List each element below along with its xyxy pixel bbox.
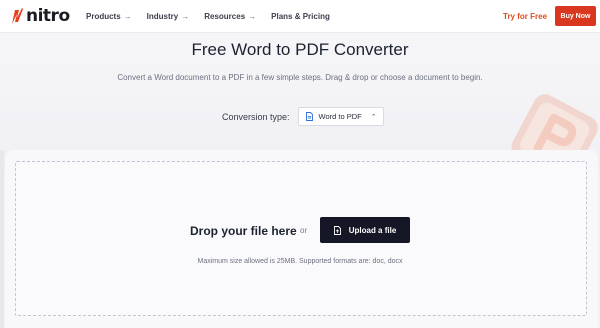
nitro-logo-mark-icon [12, 8, 23, 24]
arrow-right-icon: → [123, 12, 132, 21]
or-separator: or [300, 226, 308, 235]
drop-file-label: Drop your file here [190, 224, 297, 238]
nav-item-label: Industry [146, 12, 179, 21]
nav-item-industry[interactable]: Industry → [147, 12, 190, 21]
conversion-type-row: Conversion type: Word to PDF ⌃ [222, 107, 384, 126]
nav-menu: Products → Industry → Resources → Plans … [86, 0, 345, 33]
buy-now-button[interactable]: Buy Now [555, 6, 596, 26]
conversion-type-label: Conversion type: [222, 111, 290, 122]
nitro-logo[interactable]: nitro [10, 6, 70, 26]
try-for-free-link[interactable]: Try for Free [503, 12, 547, 21]
arrow-right-icon: → [248, 12, 257, 21]
nav-item-label: Plans & Pricing [271, 12, 330, 21]
nav-item-resources[interactable]: Resources → [204, 12, 256, 21]
conversion-type-value: Word to PDF [318, 112, 362, 121]
chevron-up-icon: ⌃ [370, 113, 377, 121]
nav-item-label: Resources [204, 12, 246, 21]
nav-item-label: Products [86, 12, 121, 21]
page-title: Free Word to PDF Converter [191, 40, 409, 59]
arrow-right-icon: → [181, 12, 190, 21]
left-edge-panel [0, 150, 4, 328]
top-nav: nitro Products → Industry → Resources → … [0, 0, 600, 33]
upload-file-label: Upload a file [348, 225, 397, 235]
conversion-type-select[interactable]: Word to PDF ⌃ [297, 107, 384, 126]
nav-item-products[interactable]: Products → [86, 12, 132, 21]
file-dropzone[interactable] [15, 161, 587, 316]
nav-item-plans-pricing[interactable]: Plans & Pricing [271, 12, 330, 21]
page-subtitle: Convert a Word document to a PDF in a fe… [117, 73, 483, 82]
logo-text: nitro [26, 6, 70, 26]
file-upload-icon [333, 225, 341, 235]
word-document-icon [305, 112, 313, 121]
upload-file-button[interactable]: Upload a file [320, 217, 410, 243]
upload-hint: Maximum size allowed is 25MB. Supported … [197, 258, 403, 265]
